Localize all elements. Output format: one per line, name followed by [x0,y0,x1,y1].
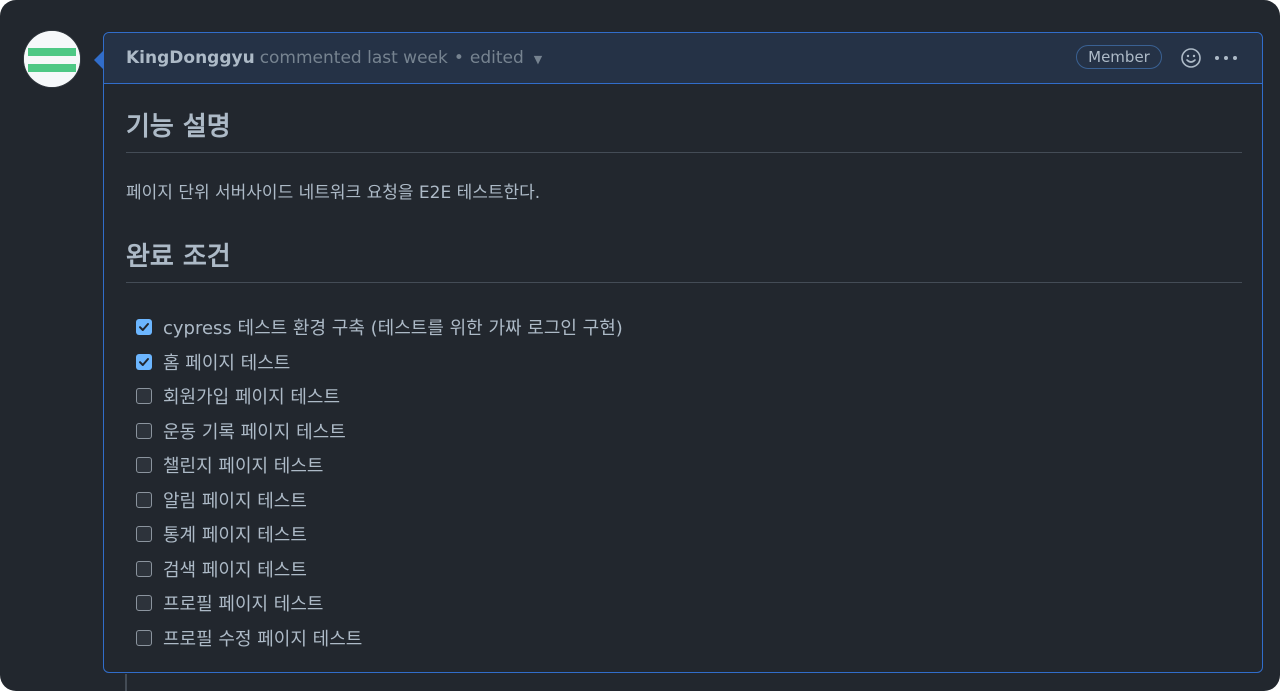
task-list-item: 프로필 페이지 테스트 [136,586,623,621]
checkbox-empty-icon[interactable] [136,388,152,405]
task-list-item: cypress 테스트 환경 구축 (테스트를 위한 가짜 로그인 구현) [136,310,623,345]
task-list-item: 회원가입 페이지 테스트 [136,379,623,414]
checkbox-empty-icon[interactable] [136,491,152,508]
task-list-item: 검색 페이지 테스트 [136,552,623,587]
task-label: 프로필 페이지 테스트 [163,594,324,616]
heading-done-criteria: 완료 조건 [126,236,1242,283]
timeline-line [125,674,127,691]
task-list: cypress 테스트 환경 구축 (테스트를 위한 가짜 로그인 구현) 홈 페… [136,310,623,655]
checkbox-checked-icon[interactable] [136,353,152,370]
checkbox-empty-icon[interactable] [136,457,152,474]
comment-timestamp[interactable]: commented last week [260,48,448,68]
task-label: cypress 테스트 환경 구축 (테스트를 위한 가짜 로그인 구현) [163,318,623,340]
separator-dot: • [453,48,464,68]
task-label: 프로필 수정 페이지 테스트 [163,628,363,650]
task-list-item: 홈 페이지 테스트 [136,345,623,380]
checkbox-empty-icon[interactable] [136,595,152,612]
chevron-down-icon[interactable]: ▼ [534,53,542,66]
comment-pointer [94,51,103,69]
kebab-horizontal-icon[interactable] [1214,55,1238,61]
task-list-item: 프로필 수정 페이지 테스트 [136,621,623,656]
identicon-avatar-icon [24,31,80,87]
app-frame: KingDonggyu commented last week • edited… [0,0,1280,691]
author-avatar[interactable] [24,31,80,87]
author-link[interactable]: KingDonggyu [126,48,255,68]
checkbox-empty-icon[interactable] [136,422,152,439]
heading-feature-description: 기능 설명 [126,106,1242,153]
checkbox-empty-icon[interactable] [136,629,152,646]
task-label: 챌린지 페이지 테스트 [163,456,324,478]
edited-dropdown[interactable]: edited [470,48,524,68]
checkbox-checked-icon[interactable] [136,319,152,336]
task-list-item: 알림 페이지 테스트 [136,483,623,518]
smiley-icon[interactable] [1180,47,1202,69]
task-label: 통계 페이지 테스트 [163,525,307,547]
task-label: 홈 페이지 테스트 [163,352,291,374]
task-list-item: 통계 페이지 테스트 [136,517,623,552]
comment-header: KingDonggyu commented last week • edited… [104,33,1262,84]
feature-description: 페이지 단위 서버사이드 네트워크 요청을 E2E 테스트한다. [126,183,541,203]
checkbox-empty-icon[interactable] [136,560,152,577]
task-label: 회원가입 페이지 테스트 [163,387,341,409]
task-label: 검색 페이지 테스트 [163,559,307,581]
task-list-item: 챌린지 페이지 테스트 [136,448,623,483]
issue-comment: KingDonggyu commented last week • edited… [103,32,1263,673]
member-badge: Member [1076,45,1162,69]
task-label: 운동 기록 페이지 테스트 [163,421,346,443]
task-list-item: 운동 기록 페이지 테스트 [136,414,623,449]
checkbox-empty-icon[interactable] [136,526,152,543]
task-label: 알림 페이지 테스트 [163,490,307,512]
